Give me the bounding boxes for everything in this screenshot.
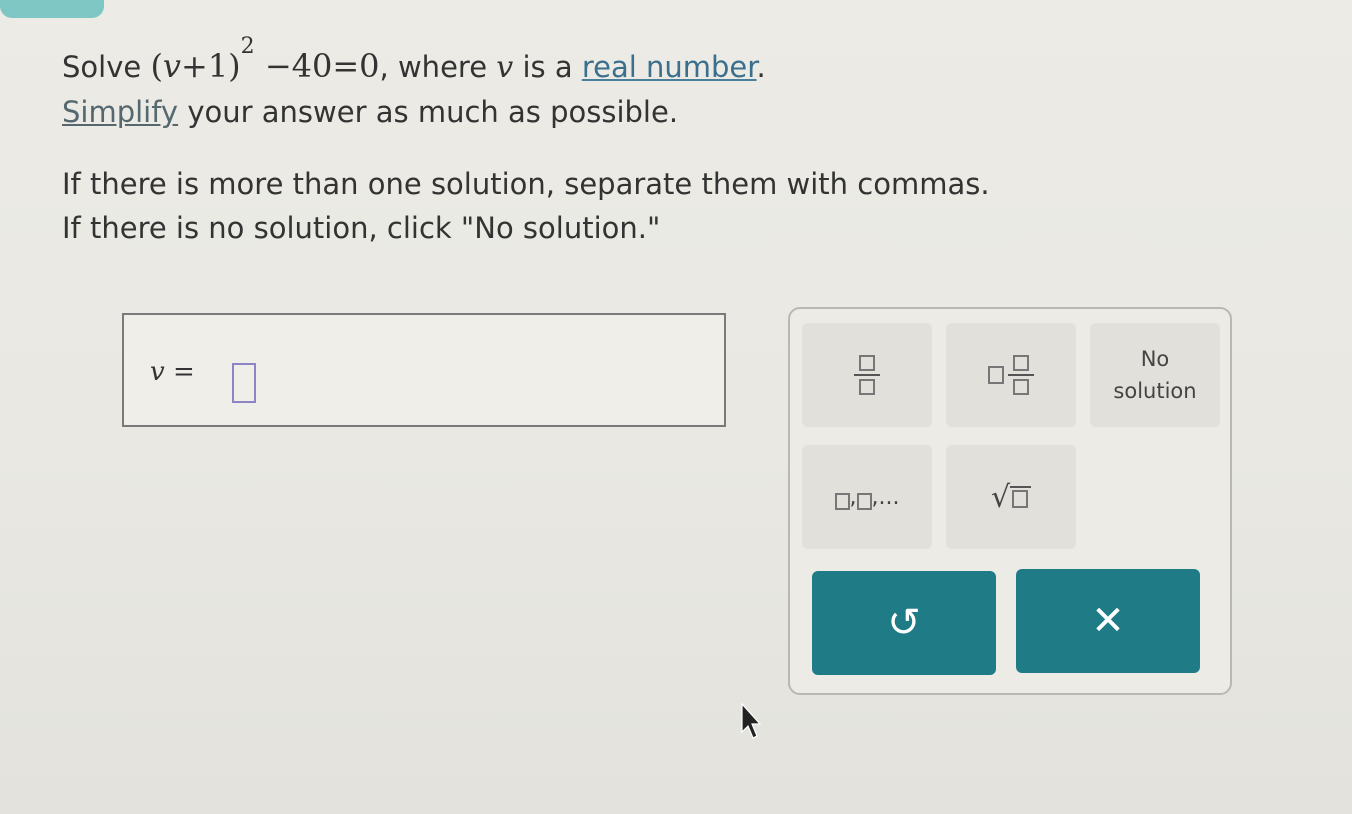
fraction-icon (854, 355, 880, 395)
solve-label: Solve (62, 50, 142, 84)
mouse-cursor-icon (741, 702, 762, 739)
fraction-button[interactable] (802, 323, 932, 427)
simplify-link[interactable]: Simplify (62, 95, 178, 129)
question-instructions: Solve (v+1)2 −40=0, where v is a real nu… (62, 34, 990, 250)
variable-v: v (496, 50, 514, 85)
math-keypad: No solution ,,... √ ↺ ✕ (788, 307, 1232, 695)
top-tab[interactable] (0, 0, 104, 18)
square-root-button[interactable]: √ (946, 445, 1076, 549)
clear-button[interactable]: ✕ (1016, 569, 1200, 673)
mixed-number-icon (988, 355, 1034, 395)
mixed-number-button[interactable] (946, 323, 1076, 427)
question-line-1: Solve (v+1)2 −40=0, where v is a real nu… (62, 34, 990, 90)
clear-icon: ✕ (1091, 598, 1125, 644)
question-line-2: Simplify your answer as much as possible… (62, 95, 679, 129)
list-icon: ,,... (834, 485, 899, 510)
answer-label: v = (150, 357, 195, 387)
undo-icon: ↺ (887, 600, 921, 646)
no-solution-instruction: If there is no solution, click "No solut… (62, 211, 661, 245)
undo-button[interactable]: ↺ (812, 571, 996, 675)
square-root-icon: √ (991, 480, 1032, 515)
list-button[interactable]: ,,... (802, 445, 932, 549)
answer-input[interactable] (232, 363, 256, 403)
real-number-link[interactable]: real number (582, 50, 757, 84)
multi-solution-instruction: If there is more than one solution, sepa… (62, 167, 990, 201)
equation: (v+1)2 −40=0 (150, 34, 380, 86)
no-solution-button[interactable]: No solution (1090, 323, 1220, 427)
answer-area: v = (122, 313, 726, 427)
